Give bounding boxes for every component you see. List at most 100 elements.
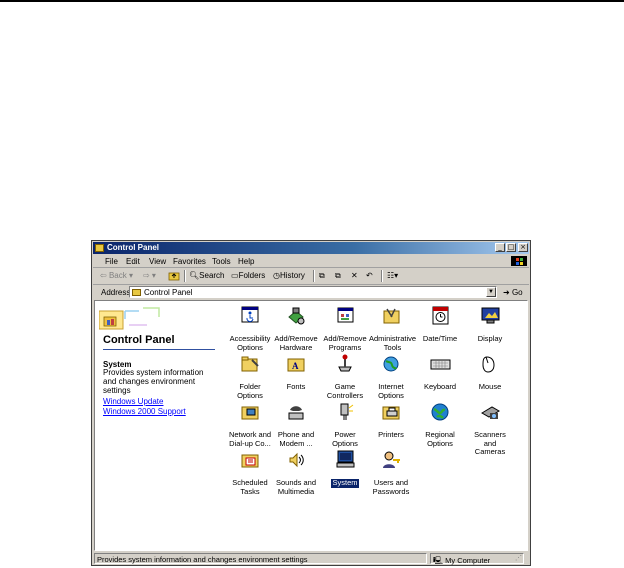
control-panel-item-label: Users and Passwords — [372, 478, 410, 496]
status-text-panel: Provides system information and changes … — [94, 553, 427, 564]
windows-update-link[interactable]: Windows Update — [103, 397, 163, 406]
regional-options-icon — [431, 403, 449, 421]
resize-grip-icon[interactable]: ⋰ — [515, 554, 522, 562]
folders-label: Folders — [238, 271, 266, 280]
address-value: Control Panel — [144, 288, 193, 297]
control-panel-item[interactable]: Users and Passwords — [368, 449, 414, 496]
address-field[interactable]: Control Panel ▼ — [129, 286, 497, 298]
menu-view[interactable]: View — [149, 257, 166, 266]
control-panel-item[interactable]: Add/Remove Programs — [322, 305, 368, 352]
status-bar: Provides system information and changes … — [93, 552, 529, 565]
views-button[interactable]: ☷▾ — [387, 271, 398, 280]
control-panel-item-label: Accessibility Options — [229, 334, 271, 352]
control-panel-header-graphic-icon — [99, 307, 160, 330]
undo-button[interactable]: ↶ — [366, 271, 373, 280]
address-label: Address — [101, 288, 131, 297]
control-panel-item[interactable]: Sounds and Multimedia — [273, 449, 319, 496]
copy-to-button[interactable]: ⧉ — [335, 271, 341, 281]
address-bar: Address Control Panel ▼ ➜ Go — [93, 285, 529, 299]
close-button[interactable]: × — [518, 243, 528, 252]
selected-item-description: Provides system information and changes … — [103, 368, 204, 395]
pane-title: Control Panel — [103, 334, 175, 346]
control-panel-item[interactable]: Mouse — [467, 353, 513, 392]
up-folder-button[interactable] — [168, 270, 180, 283]
menu-favorites[interactable]: Favorites — [173, 257, 206, 266]
forward-button[interactable]: ⇨ ▾ — [143, 271, 156, 280]
menu-help[interactable]: Help — [238, 257, 254, 266]
display-icon — [481, 307, 500, 324]
folder-options-icon — [241, 356, 259, 372]
move-to-button[interactable]: ⧉ — [319, 271, 325, 281]
web-view-pane: Control Panel System Provides system inf… — [95, 301, 215, 550]
control-panel-item[interactable]: Internet Options — [368, 353, 414, 400]
accessibility-icon — [241, 306, 259, 323]
go-arrow-icon: ➜ — [503, 288, 510, 297]
back-button[interactable]: ⇦ Back ▾ — [100, 271, 133, 280]
go-button[interactable]: ➜ Go — [503, 288, 523, 297]
control-panel-item[interactable]: Date/Time — [417, 305, 463, 344]
control-panel-item[interactable]: Phone and Modem ... — [273, 401, 319, 448]
undo-icon: ↶ — [366, 271, 373, 280]
back-arrow-icon: ⇦ — [100, 271, 107, 280]
search-button[interactable]: 🔍︎Search — [189, 271, 225, 280]
control-panel-item[interactable]: Network and Dial-up Co... — [227, 401, 273, 448]
title-bar[interactable]: Control Panel _ □ × — [93, 242, 529, 254]
go-label: Go — [511, 288, 523, 297]
system-icon — [336, 450, 355, 468]
control-panel-item-label: Fonts — [286, 382, 306, 391]
phone-modem-icon — [288, 406, 304, 420]
control-panel-item[interactable]: Display — [467, 305, 513, 344]
users-passwords-icon — [383, 451, 400, 468]
fonts-icon: A — [287, 358, 305, 372]
control-panel-item[interactable]: System — [322, 449, 368, 488]
menu-tools[interactable]: Tools — [212, 257, 231, 266]
control-panel-item[interactable]: Power Options — [322, 401, 368, 448]
control-panel-item-label: Scheduled Tasks — [232, 478, 268, 496]
my-computer-icon: 🖳︎ — [433, 556, 444, 565]
control-panel-item-label: System — [331, 478, 359, 488]
maximize-button[interactable]: □ — [506, 243, 516, 252]
control-panel-item[interactable]: Regional Options — [417, 401, 463, 448]
control-panel-folder-icon — [95, 244, 104, 252]
menu-file[interactable]: File — [105, 257, 118, 266]
folders-button[interactable]: ▭Folders — [231, 271, 265, 280]
keyboard-icon — [430, 359, 451, 370]
internet-options-icon — [383, 356, 399, 372]
control-panel-item-label: Sounds and Multimedia — [275, 478, 317, 496]
power-options-icon — [340, 403, 354, 420]
delete-button[interactable]: ✕ — [351, 271, 358, 280]
address-dropdown-button[interactable]: ▼ — [486, 287, 496, 297]
control-panel-item[interactable]: Accessibility Options — [227, 305, 273, 352]
control-panel-item[interactable]: Scanners and Cameras — [467, 401, 513, 457]
minimize-button[interactable]: _ — [495, 243, 505, 252]
control-panel-item[interactable]: Game Controllers — [322, 353, 368, 400]
control-panel-item[interactable]: Folder Options — [227, 353, 273, 400]
control-panel-item[interactable]: Printers — [368, 401, 414, 440]
printers-icon — [382, 406, 400, 420]
mouse-icon — [482, 356, 495, 373]
control-panel-item-label: Display — [477, 334, 503, 343]
svg-text:A: A — [292, 361, 299, 371]
up-folder-icon — [168, 272, 180, 281]
control-panel-item-label: Printers — [378, 430, 404, 439]
control-panel-item-label: Internet Options — [378, 382, 404, 400]
control-panel-item-label: Keyboard — [423, 382, 457, 391]
control-panel-item-label: Folder Options — [237, 382, 263, 400]
add-remove-hardware-icon — [288, 307, 305, 325]
history-button[interactable]: ◷History — [273, 271, 305, 280]
status-text: Provides system information and changes … — [97, 555, 308, 564]
control-panel-item[interactable]: A Fonts — [273, 353, 319, 392]
control-panel-item[interactable]: Scheduled Tasks — [227, 449, 273, 496]
windows-2000-support-link[interactable]: Windows 2000 Support — [103, 407, 186, 416]
control-panel-folder-icon — [132, 289, 141, 296]
copy-to-icon: ⧉ — [335, 271, 341, 280]
control-panel-item[interactable]: Add/Remove Hardware — [273, 305, 319, 352]
control-panel-item[interactable]: Administrative Tools — [368, 305, 416, 352]
control-panel-item[interactable]: Keyboard — [417, 353, 463, 392]
control-panel-item-label: Mouse — [478, 382, 502, 391]
menu-edit[interactable]: Edit — [126, 257, 140, 266]
administrative-tools-icon — [383, 308, 400, 324]
move-to-icon: ⧉ — [319, 271, 325, 280]
control-panel-item-label: Game Controllers — [326, 382, 364, 400]
windows-logo-icon — [511, 256, 527, 266]
